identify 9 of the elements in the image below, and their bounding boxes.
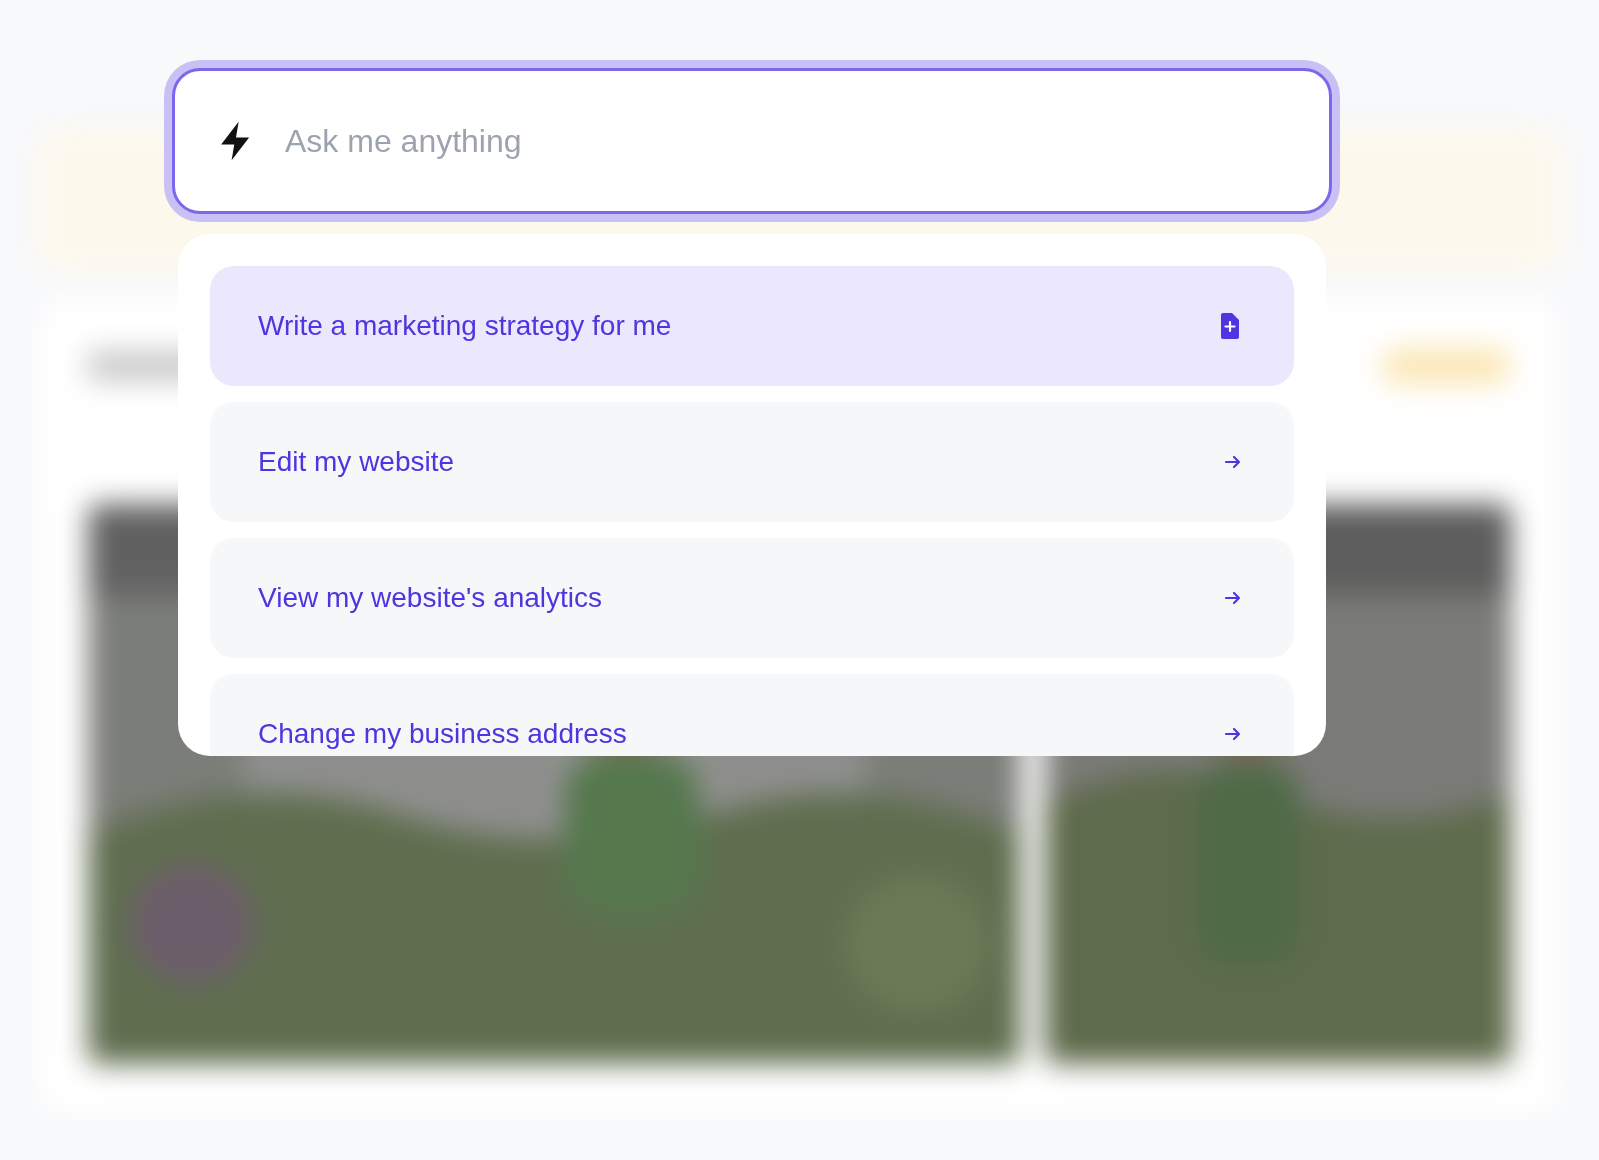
arrow-right-icon — [1224, 726, 1242, 742]
suggestion-item[interactable]: Edit my website — [210, 402, 1294, 522]
suggestion-item[interactable]: Change my business address — [210, 674, 1294, 756]
suggestion-item[interactable]: View my website's analytics — [210, 538, 1294, 658]
search-input[interactable]: Ask me anything — [285, 117, 1289, 165]
add-document-icon — [1218, 312, 1242, 340]
suggestion-item[interactable]: Write a marketing strategy for me — [210, 266, 1294, 386]
arrow-right-icon — [1224, 454, 1242, 470]
arrow-right-icon — [1224, 590, 1242, 606]
